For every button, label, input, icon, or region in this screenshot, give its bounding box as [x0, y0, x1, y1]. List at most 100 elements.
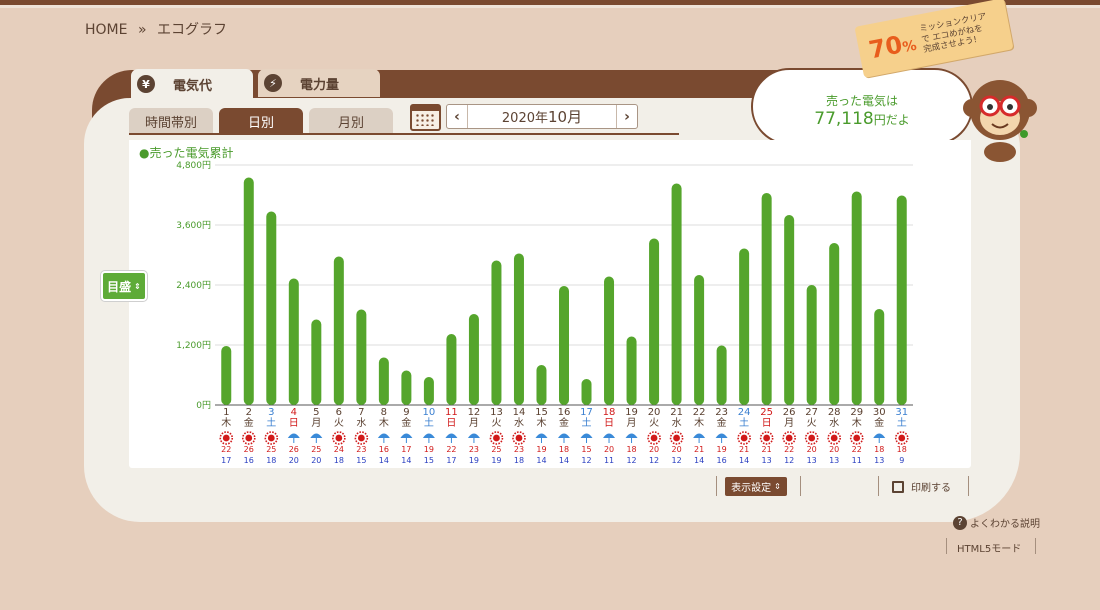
high-temp: 25 [311, 445, 321, 454]
x-tick-day: 7 [358, 407, 364, 418]
high-temp: 23 [514, 445, 524, 454]
low-temp: 20 [289, 456, 299, 465]
bar [378, 357, 389, 405]
bar [671, 183, 682, 405]
umbrella-icon [445, 433, 458, 438]
bar [806, 285, 817, 405]
low-temp: 12 [784, 456, 794, 465]
x-tick-weekday: 土 [739, 416, 749, 429]
bar [266, 211, 277, 405]
bar [851, 191, 862, 405]
y-tick-label: 1,200円 [176, 340, 211, 351]
bar [243, 177, 254, 405]
umbrella-icon [603, 433, 616, 438]
low-temp: 13 [807, 456, 817, 465]
x-tick-weekday: 土 [424, 416, 434, 429]
sun-core-icon [515, 434, 523, 442]
sun-core-icon [898, 434, 906, 442]
x-tick-weekday: 火 [807, 417, 817, 429]
low-temp: 12 [671, 456, 681, 465]
high-temp: 20 [829, 445, 839, 454]
x-tick-day: 21 [670, 407, 683, 418]
question-icon: ? [953, 515, 967, 530]
high-temp: 26 [289, 445, 299, 454]
display-settings-button[interactable]: 表示設定 ⇕ [725, 477, 787, 496]
bar [829, 243, 840, 405]
bar [761, 193, 772, 405]
umbrella-icon [625, 433, 638, 438]
high-temp: 25 [266, 445, 276, 454]
x-tick-weekday: 金 [874, 416, 884, 429]
x-tick-weekday: 木 [536, 417, 546, 429]
bar [896, 195, 907, 405]
divider [946, 538, 947, 554]
low-temp: 14 [694, 456, 704, 465]
umbrella-icon [422, 433, 435, 438]
display-settings-label: 表示設定 [731, 483, 772, 494]
sun-core-icon [673, 434, 680, 442]
x-tick-day: 18 [603, 407, 616, 418]
sun-core-icon [245, 434, 253, 442]
x-tick-weekday: 金 [559, 416, 569, 429]
x-tick-day: 15 [535, 407, 548, 418]
x-tick-day: 9 [403, 407, 409, 418]
bar [468, 314, 479, 405]
high-temp: 20 [649, 445, 659, 454]
bar [694, 275, 705, 405]
umbrella-icon [873, 433, 886, 438]
low-temp: 14 [536, 456, 546, 465]
x-tick-day: 2 [246, 407, 252, 418]
x-tick-weekday: 日 [604, 418, 614, 429]
sun-core-icon [853, 434, 861, 442]
x-tick-day: 4 [291, 407, 297, 418]
low-temp: 18 [514, 456, 524, 465]
x-tick-weekday: 水 [514, 417, 524, 429]
high-temp: 23 [469, 445, 479, 454]
low-temp: 11 [852, 456, 862, 465]
divider [1035, 538, 1036, 554]
x-tick-weekday: 火 [649, 417, 659, 429]
low-temp: 12 [626, 456, 636, 465]
bar [401, 370, 412, 405]
help-link[interactable]: ? よくわかる説明 [953, 515, 1040, 530]
bar [784, 215, 795, 405]
x-tick-day: 20 [648, 407, 661, 418]
x-tick-weekday: 水 [356, 417, 366, 429]
low-temp: 20 [311, 456, 321, 465]
high-temp: 18 [559, 445, 569, 454]
low-temp: 18 [334, 456, 344, 465]
x-tick-day: 29 [850, 407, 863, 418]
x-tick-weekday: 月 [311, 417, 321, 429]
x-tick-weekday: 水 [672, 417, 682, 429]
y-tick-label: 3,600円 [176, 220, 211, 231]
high-temp: 15 [581, 445, 591, 454]
low-temp: 12 [649, 456, 659, 465]
low-temp: 9 [899, 456, 904, 465]
x-tick-weekday: 木 [379, 417, 389, 429]
x-tick-weekday: 月 [627, 417, 637, 429]
divider [716, 476, 717, 496]
low-temp: 14 [739, 456, 749, 465]
print-button[interactable]: 印刷する [892, 479, 951, 494]
low-temp: 14 [379, 456, 389, 465]
bar [626, 336, 637, 405]
bar [581, 379, 592, 405]
low-temp: 17 [221, 456, 231, 465]
umbrella-icon [467, 433, 480, 438]
low-temp: 18 [266, 456, 276, 465]
sun-core-icon [785, 434, 793, 442]
low-temp: 12 [581, 456, 591, 465]
divider [800, 476, 801, 496]
x-tick-weekday: 水 [829, 417, 839, 429]
sun-core-icon [357, 434, 365, 442]
sun-core-icon [763, 434, 771, 442]
x-tick-day: 3 [268, 407, 274, 418]
x-tick-day: 16 [558, 407, 571, 418]
x-tick-weekday: 木 [852, 417, 862, 429]
umbrella-icon [558, 433, 570, 438]
x-tick-day: 12 [468, 407, 481, 418]
low-temp: 13 [829, 456, 839, 465]
html5-mode-link[interactable]: HTML5モード [957, 540, 1021, 555]
sun-core-icon [650, 434, 658, 442]
printer-icon [892, 480, 904, 493]
